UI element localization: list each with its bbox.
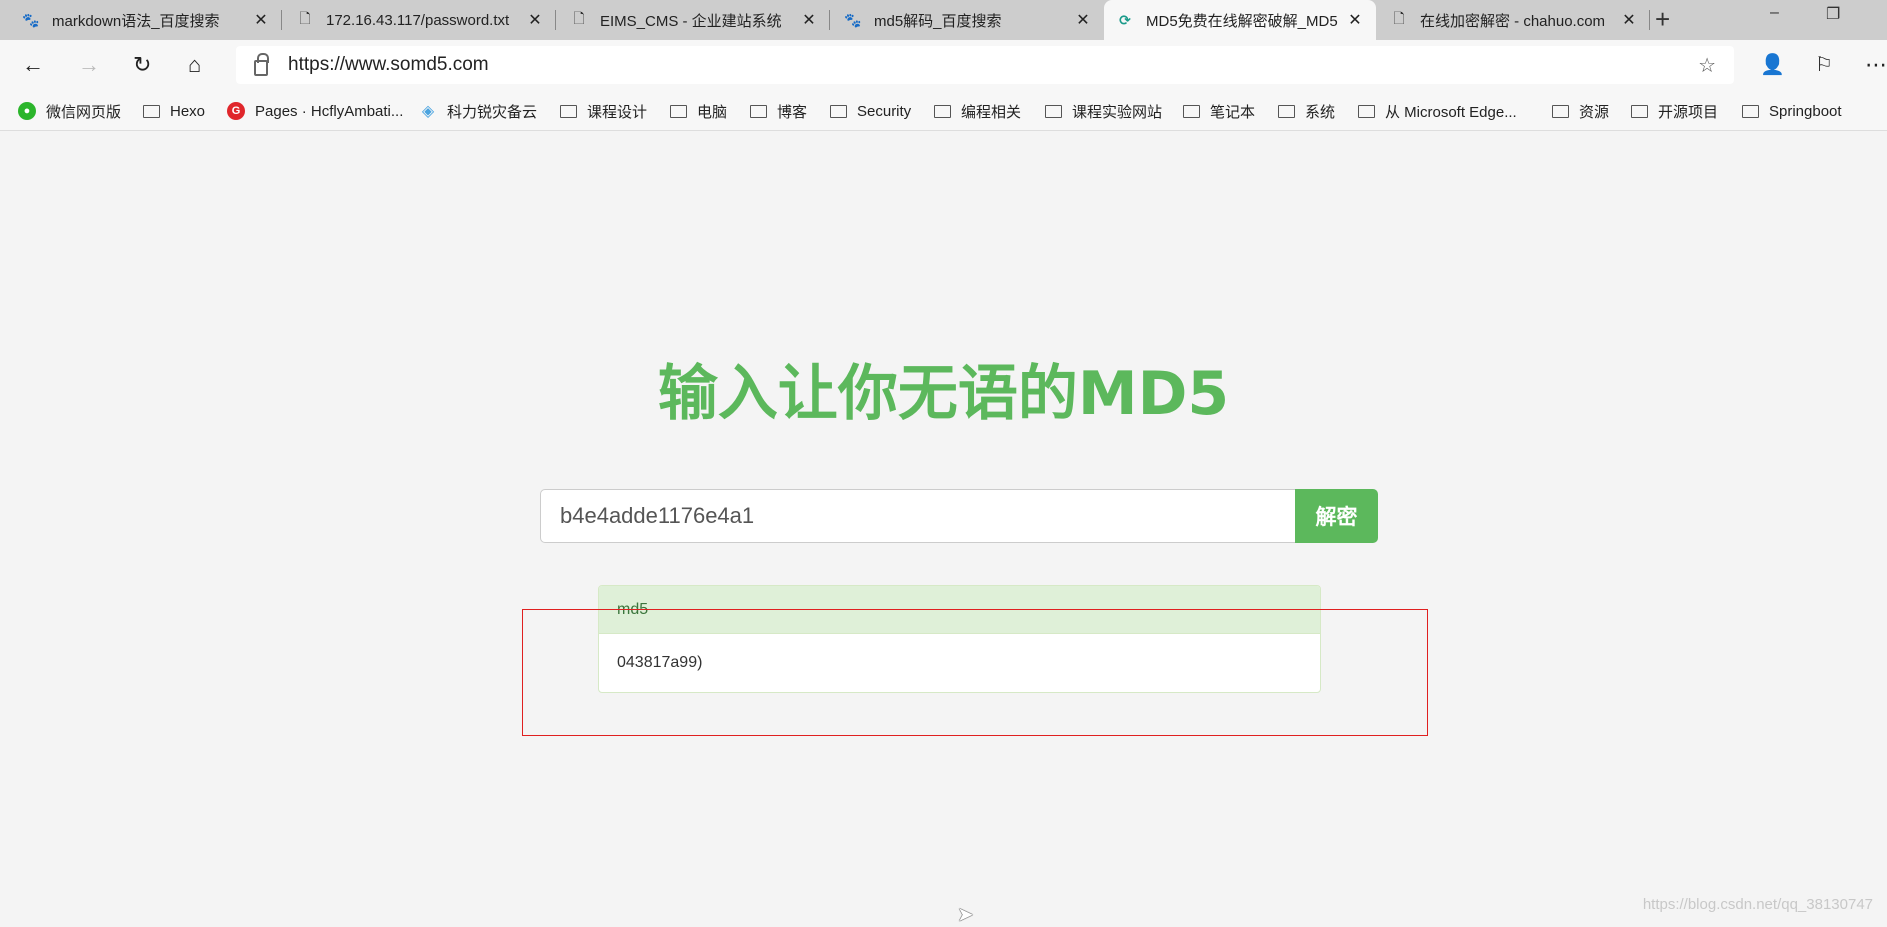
folder-icon — [1552, 104, 1569, 118]
mouse-cursor-icon: ➤ — [957, 904, 974, 926]
bookmark-label: Security — [857, 102, 912, 120]
folder-icon — [1278, 104, 1295, 118]
bookmark[interactable]: 从 Microsoft Edge... — [1358, 93, 1517, 129]
tab[interactable]: 🐾 md5解码_百度搜索 ✕ — [832, 0, 1104, 40]
bookmark[interactable]: Springboot — [1742, 93, 1842, 129]
new-tab-icon[interactable]: + — [1655, 4, 1670, 35]
folder-icon — [1631, 104, 1648, 118]
wechat-icon: ● — [18, 102, 36, 120]
address-bar-row: ← → ↻ ⌂ https://www.somd5.com ☆ 👤 ⚐ ⋯ — [0, 40, 1887, 93]
bookmark-label: 资源 — [1579, 103, 1610, 121]
folder-icon — [1358, 104, 1375, 118]
cube-icon: ◈ — [421, 103, 435, 120]
lock-icon — [254, 53, 269, 76]
baidu-paw-icon: 🐾 — [22, 11, 40, 28]
bookmarks-bar: ● 微信网页版 Hexo G Pages · HcflyAmbati... ◈ 科力锐… — [0, 93, 1887, 131]
bookmark[interactable]: 博客 — [750, 93, 807, 129]
bookmark[interactable]: 课程实验网站 — [1045, 93, 1162, 129]
bookmark-label: 笔记本 — [1210, 103, 1256, 121]
folder-icon — [670, 104, 687, 118]
back-icon[interactable]: ← — [22, 52, 44, 78]
close-icon[interactable]: ✕ — [1074, 10, 1092, 30]
folder-icon — [143, 104, 160, 118]
page-icon: 🗋 — [299, 10, 311, 26]
bookmark[interactable]: 编程相关 — [934, 93, 1021, 129]
tab-title: md5解码_百度搜索 — [874, 12, 1002, 30]
close-icon[interactable]: ✕ — [800, 10, 818, 30]
bookmark-label: 课程实验网站 — [1072, 103, 1163, 121]
bookmark-label: 电脑 — [697, 103, 728, 121]
folder-icon — [830, 104, 847, 118]
folder-icon — [1045, 104, 1062, 118]
bookmark[interactable]: G Pages · HcflyAmbati... — [227, 93, 403, 129]
bookmark[interactable]: 资源 — [1552, 93, 1609, 129]
bookmark[interactable]: 电脑 — [670, 93, 727, 129]
highlight-box — [522, 609, 1428, 736]
bookmark[interactable]: Hexo — [143, 93, 205, 129]
tab-title: EIMS_CMS - 企业建站系统 — [600, 12, 782, 30]
tab-title: MD5免费在线解密破解_MD5 — [1146, 12, 1338, 30]
forward-icon[interactable]: → — [78, 52, 100, 78]
bookmark[interactable]: Security — [830, 93, 911, 129]
tab-active[interactable]: ⟳ MD5免费在线解密破解_MD5 ✕ — [1104, 0, 1376, 40]
close-icon[interactable]: ✕ — [526, 10, 544, 30]
gitee-icon: G — [227, 102, 245, 120]
folder-icon — [1183, 104, 1200, 118]
profile-icon[interactable]: 👤 — [1760, 52, 1785, 77]
close-icon[interactable]: ✕ — [252, 10, 270, 30]
folder-icon — [560, 104, 577, 118]
page-icon: 🗋 — [573, 10, 585, 26]
tab[interactable]: 🗋 在线加密解密 - chahuo.com ✕ — [1378, 0, 1650, 40]
home-icon[interactable]: ⌂ — [188, 52, 201, 78]
bookmark[interactable]: 开源项目 — [1631, 93, 1718, 129]
page-icon: 🗋 — [1393, 10, 1405, 26]
md5-input[interactable]: b4e4adde1176e4a1 — [540, 489, 1296, 543]
bookmark[interactable]: 课程设计 — [560, 93, 647, 129]
folder-icon — [750, 104, 767, 118]
bookmark-label: 科力锐灾备云 — [447, 103, 538, 121]
tab[interactable]: 🗋 172.16.43.117/password.txt ✕ — [284, 0, 556, 40]
bookmark-label: Hexo — [170, 102, 206, 120]
url-text: https://www.somd5.com — [288, 54, 489, 75]
tab-title: markdown语法_百度搜索 — [52, 12, 220, 30]
bookmark-label: 开源项目 — [1658, 103, 1719, 121]
restore-icon[interactable]: ❐ — [1826, 4, 1840, 24]
somd5-icon: ⟳ — [1119, 11, 1131, 28]
minimize-icon[interactable]: – — [1770, 4, 1779, 22]
bookmark[interactable]: 系统 — [1278, 93, 1335, 129]
close-icon[interactable]: ✕ — [1346, 10, 1364, 30]
decrypt-button[interactable]: 解密 — [1295, 489, 1378, 543]
bookmark-label: Pages · HcflyAmbati... — [255, 102, 404, 120]
baidu-paw-icon: 🐾 — [844, 11, 862, 28]
watermark: https://blog.csdn.net/qq_38130747 — [1642, 896, 1873, 913]
tab-bar: 🐾 markdown语法_百度搜索 ✕ 🗋 172.16.43.117/passwor… — [0, 0, 1887, 40]
more-icon[interactable]: ⋯ — [1865, 52, 1887, 78]
page-title: 输入让你无语的MD5 — [657, 359, 1230, 429]
bookmark-label: 从 Microsoft Edge... — [1385, 103, 1517, 121]
bookmark-label: 博客 — [777, 103, 808, 121]
bookmark-label: Springboot — [1769, 102, 1842, 120]
collections-icon[interactable]: ⚐ — [1815, 52, 1833, 77]
tab[interactable]: 🐾 markdown语法_百度搜索 ✕ — [10, 0, 282, 40]
folder-icon — [1742, 104, 1759, 118]
tab-title: 172.16.43.117/password.txt — [326, 11, 510, 29]
bookmark[interactable]: 笔记本 — [1183, 93, 1255, 129]
favorite-star-icon[interactable]: ☆ — [1698, 53, 1716, 78]
url-field[interactable]: https://www.somd5.com ☆ — [236, 46, 1734, 84]
tab[interactable]: 🗋 EIMS_CMS - 企业建站系统 ✕ — [558, 0, 830, 40]
tab-title: 在线加密解密 - chahuo.com — [1420, 12, 1606, 30]
bookmark[interactable]: ● 微信网页版 — [18, 93, 121, 129]
folder-icon — [934, 104, 951, 118]
bookmark-label: 系统 — [1305, 103, 1336, 121]
bookmark-label: 课程设计 — [587, 103, 648, 121]
bookmark-label: 微信网页版 — [46, 103, 122, 121]
bookmark[interactable]: ◈ 科力锐灾备云 — [419, 93, 537, 129]
refresh-icon[interactable]: ↻ — [133, 52, 151, 78]
bookmark-label: 编程相关 — [961, 103, 1022, 121]
close-icon[interactable]: ✕ — [1620, 10, 1638, 30]
